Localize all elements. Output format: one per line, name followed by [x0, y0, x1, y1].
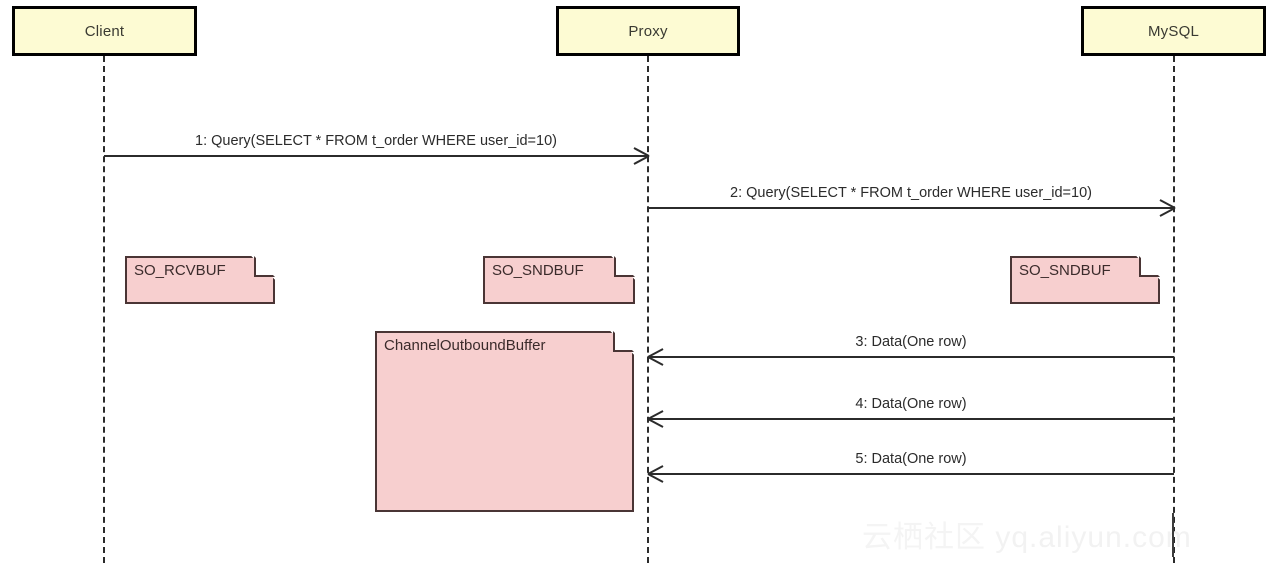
note-so-rcvbuf-client[interactable]: SO_RCVBUF — [125, 255, 276, 304]
participant-client[interactable]: Client — [12, 6, 197, 56]
participant-mysql-label: MySQL — [1147, 22, 1199, 40]
participant-mysql[interactable]: MySQL — [1081, 6, 1266, 56]
note-so-sndbuf-proxy-label: SO_SNDBUF — [492, 262, 584, 279]
message-2-line — [648, 207, 1174, 209]
lifeline-mysql — [1173, 56, 1175, 563]
note-so-sndbuf-mysql[interactable]: SO_SNDBUF — [1010, 255, 1161, 304]
watermark-chinese-text: 云栖社区 — [862, 521, 986, 554]
message-3-arrowhead — [648, 348, 664, 364]
sequence-diagram-canvas: Client Proxy MySQL 1: Query(SELECT * FRO… — [0, 0, 1276, 563]
note-so-sndbuf-proxy[interactable]: SO_SNDBUF — [483, 255, 636, 304]
message-2-arrowhead — [1158, 199, 1174, 215]
note-so-rcvbuf-client-label: SO_RCVBUF — [134, 262, 226, 279]
message-3-label: 3: Data(One row) — [855, 334, 967, 350]
note-channel-outbound-buffer-label: ChannelOutboundBuffer — [384, 337, 546, 354]
message-1-arrowhead — [632, 147, 648, 163]
participant-client-label: Client — [84, 22, 125, 40]
message-5-line — [648, 473, 1174, 475]
message-1-line — [104, 155, 648, 157]
message-4-arrowhead — [648, 410, 664, 426]
text-caret — [1172, 513, 1174, 557]
message-5-arrowhead — [648, 465, 664, 481]
message-4-line — [648, 418, 1174, 420]
message-3-line — [648, 356, 1174, 358]
message-1-label: 1: Query(SELECT * FROM t_order WHERE use… — [195, 133, 557, 149]
message-2-label: 2: Query(SELECT * FROM t_order WHERE use… — [730, 185, 1092, 201]
watermark-url-text: yq.aliyun.com — [995, 521, 1192, 554]
message-5-label: 5: Data(One row) — [855, 451, 967, 467]
note-so-sndbuf-mysql-label: SO_SNDBUF — [1019, 262, 1111, 279]
message-4-label: 4: Data(One row) — [855, 396, 967, 412]
participant-proxy-label: Proxy — [628, 22, 668, 40]
participant-proxy[interactable]: Proxy — [556, 6, 740, 56]
note-channel-outbound-buffer[interactable]: ChannelOutboundBuffer — [375, 330, 635, 512]
watermark: 云栖社区 yq.aliyun.com — [862, 512, 1192, 556]
